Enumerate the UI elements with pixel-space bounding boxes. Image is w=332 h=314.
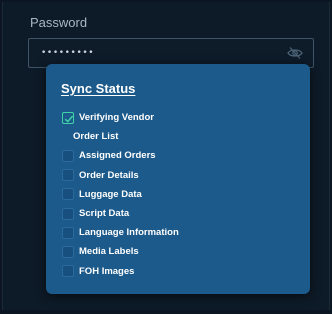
eye-off-icon[interactable] xyxy=(287,46,303,60)
sync-item-foh-images: FOH Images xyxy=(62,262,179,281)
sync-status-list: Verifying Vendor Order List Assigned Ord… xyxy=(62,108,179,281)
checkmark-icon xyxy=(64,115,74,123)
sync-item-label: FOH Images xyxy=(79,265,135,277)
sync-status-dialog: Sync Status Verifying Vendor Order List … xyxy=(46,64,310,294)
sync-item-checkbox xyxy=(62,226,74,239)
sync-item-luggage-data: Luggage Data xyxy=(62,185,179,204)
sync-item-label: Assigned Orders xyxy=(79,150,156,162)
sync-item-checkbox xyxy=(62,188,74,201)
sync-item-script-data: Script Data xyxy=(62,204,179,223)
sync-item-label: Media Labels xyxy=(79,246,139,258)
sync-item-media-labels: Media Labels xyxy=(62,242,179,261)
sync-item-order-details: Order Details xyxy=(62,166,179,185)
sync-item-checkbox xyxy=(62,111,74,124)
sync-item-verifying-vendor: Verifying Vendor xyxy=(62,108,179,127)
sync-item-label: Language Information xyxy=(79,227,179,239)
password-value: ••••••••• xyxy=(41,48,95,58)
sync-item-checkbox xyxy=(62,149,74,162)
sync-item-order-list: Order List xyxy=(62,127,179,146)
sync-item-checkbox xyxy=(62,245,74,258)
sync-status-title: Sync Status xyxy=(61,81,136,96)
sync-item-checkbox xyxy=(62,169,74,182)
sync-item-label: Order List xyxy=(73,131,119,143)
sync-item-checkbox xyxy=(62,207,74,220)
sync-item-label: Verifying Vendor xyxy=(79,112,154,124)
sync-item-assigned-orders: Assigned Orders xyxy=(62,146,179,165)
sync-item-label: Luggage Data xyxy=(79,188,142,200)
password-label: Password xyxy=(30,15,88,30)
sync-item-language-information: Language Information xyxy=(62,223,179,242)
sync-item-checkbox xyxy=(62,265,74,278)
sync-item-label: Script Data xyxy=(79,208,130,220)
sync-item-label: Order Details xyxy=(79,169,139,181)
